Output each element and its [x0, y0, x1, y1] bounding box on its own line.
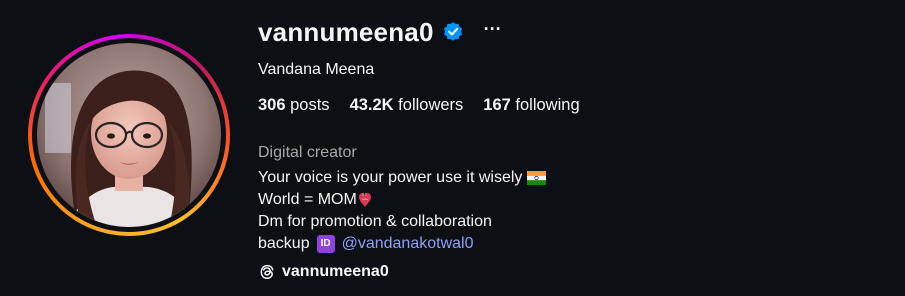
- followers-stat[interactable]: 43.2K followers: [350, 96, 464, 115]
- avatar-ring-gap: [32, 38, 226, 232]
- profile-category: Digital creator: [258, 144, 357, 161]
- posts-label: posts: [285, 96, 330, 114]
- avatar[interactable]: [37, 43, 221, 227]
- india-flag-icon: [527, 171, 547, 185]
- profile-stats: 306 posts 43.2K followers 167 following: [258, 96, 895, 115]
- bio-line-3-text: Dm for promotion & collaboration: [258, 213, 492, 230]
- following-count: 167: [483, 96, 511, 114]
- profile-avatar-ring[interactable]: [28, 34, 230, 236]
- bio-line-2-text: World = MOM: [258, 191, 357, 208]
- bio-line-4-prefix: backup: [258, 235, 310, 252]
- profile-full-name: Vandana Meena: [258, 61, 375, 78]
- followers-count: 43.2K: [349, 96, 394, 114]
- bio-mention-link[interactable]: @vandanakotwal0: [342, 233, 474, 255]
- id-badge-icon: ID: [316, 235, 335, 253]
- bio-line-4: backup ID @vandanakotwal0: [258, 233, 895, 255]
- bio-line-2: World = MOM: [258, 189, 895, 211]
- profile-username: vannumeena0: [258, 16, 434, 47]
- bio-line-1-text: Your voice is your power use it wisely: [258, 169, 523, 186]
- following-stat[interactable]: 167 following: [483, 96, 579, 115]
- threads-handle: vannumeena0: [282, 263, 389, 280]
- posts-stat[interactable]: 306 posts: [258, 96, 330, 115]
- more-options-icon[interactable]: ···: [484, 20, 502, 38]
- threads-link[interactable]: vannumeena0: [258, 263, 895, 281]
- bio-line-3: Dm for promotion & collaboration: [258, 211, 895, 233]
- verified-badge-icon: [443, 22, 462, 41]
- profile-info: vannumeena0 ··· Vandana Meena 306 posts …: [258, 14, 895, 281]
- anatomical-heart-icon: [358, 193, 371, 207]
- profile-header-row: vannumeena0 ···: [258, 14, 895, 50]
- followers-label: followers: [393, 96, 464, 114]
- threads-icon: [260, 264, 274, 279]
- posts-count: 306: [258, 96, 286, 114]
- profile-bio: Your voice is your power use it wisely W…: [258, 167, 895, 255]
- bio-line-1: Your voice is your power use it wisely: [258, 167, 895, 189]
- following-label: following: [510, 96, 580, 114]
